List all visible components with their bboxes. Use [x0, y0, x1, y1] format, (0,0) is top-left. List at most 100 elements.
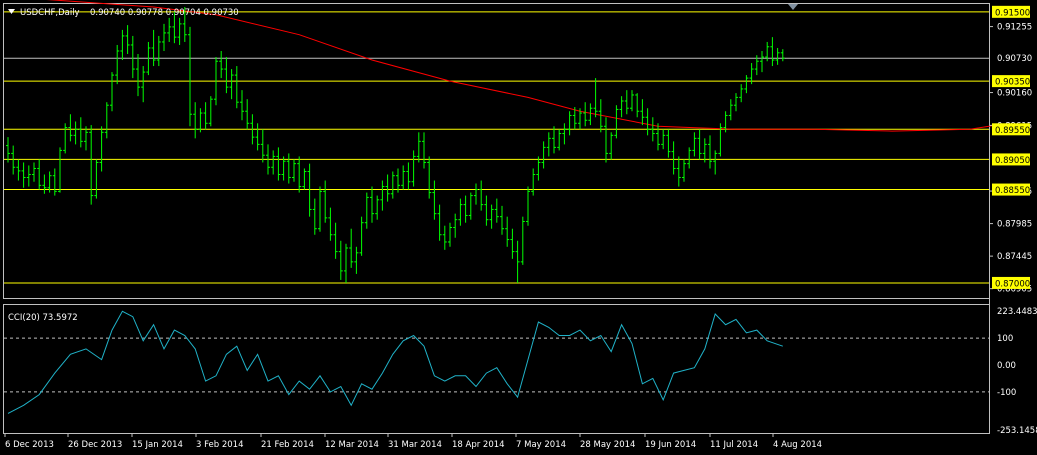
candle — [713, 150, 718, 175]
candle — [463, 195, 468, 223]
candle — [328, 207, 333, 241]
candle — [697, 129, 702, 160]
candle — [442, 225, 447, 250]
level-badge-label: 0.89050 — [995, 156, 1030, 166]
candle — [125, 25, 130, 55]
candle — [58, 147, 62, 193]
candle — [567, 111, 572, 136]
moving-average-line — [46, 0, 997, 132]
level-badge-label: 0.89550 — [995, 126, 1030, 136]
candle — [390, 171, 395, 199]
candle — [458, 198, 463, 226]
candle — [167, 17, 172, 42]
cci-line — [7, 310, 783, 414]
candle — [396, 168, 400, 193]
price-tick-label: 0.91255 — [997, 23, 1032, 33]
candle — [359, 216, 364, 256]
time-tick-label: 7 May 2014 — [516, 440, 566, 450]
candle — [624, 90, 629, 115]
candle — [84, 126, 88, 151]
candle — [156, 35, 161, 67]
candle — [708, 135, 712, 169]
time-tick-label: 12 Mar 2014 — [325, 440, 379, 450]
candle — [635, 93, 640, 118]
candle — [375, 195, 380, 220]
level-badge-label: 0.90350 — [995, 78, 1030, 88]
candle — [780, 49, 785, 62]
candle — [453, 213, 458, 238]
candle — [604, 117, 608, 163]
symbol-label: USDCHF,Daily — [20, 8, 80, 18]
candle — [141, 66, 146, 103]
candle — [52, 168, 57, 196]
candle — [151, 29, 156, 67]
candle — [188, 26, 192, 127]
candle — [406, 162, 411, 190]
candle — [364, 192, 369, 229]
cci-tick-label: 100 — [997, 334, 1013, 344]
time-tick-label: 21 Feb 2014 — [261, 440, 314, 450]
candle — [338, 240, 343, 280]
candle — [619, 96, 624, 118]
candle — [198, 108, 203, 133]
candle — [661, 129, 666, 150]
candle — [494, 198, 499, 223]
candle — [666, 129, 671, 158]
candle — [541, 141, 546, 169]
cci-axis: 223.4483 100 0.00 -100 -253.1458 — [997, 307, 1037, 436]
horizontal-levels[interactable] — [4, 11, 989, 284]
candle — [656, 123, 660, 151]
candle — [323, 180, 328, 223]
candle — [760, 50, 764, 73]
candle — [73, 121, 78, 145]
chart-canvas[interactable]: 0.912550.901600.896150.885250.879850.874… — [0, 0, 1037, 455]
candle — [531, 168, 536, 196]
level-badge-label: 0.88550 — [995, 186, 1030, 196]
candle — [448, 222, 452, 247]
candle — [734, 93, 738, 112]
candle — [271, 150, 276, 175]
triangle-down-marker-icon[interactable] — [788, 4, 798, 10]
candle — [307, 163, 312, 217]
price-tick-label: 0.87985 — [997, 220, 1032, 230]
candle — [99, 126, 104, 172]
candle — [104, 102, 109, 139]
candles-layer — [6, 7, 785, 283]
candle — [510, 228, 515, 259]
candle — [292, 159, 296, 182]
cci-title: CCI(20) 73.5972 — [8, 313, 78, 323]
candle — [245, 99, 250, 130]
candle — [26, 165, 31, 187]
candle — [63, 123, 68, 154]
price-tick-label: 0.87445 — [997, 252, 1032, 262]
candle — [130, 35, 135, 79]
cci-tick-label: -100 — [997, 388, 1016, 398]
candle — [380, 180, 385, 211]
candle — [416, 132, 421, 163]
candle — [630, 90, 634, 112]
candle — [546, 132, 551, 157]
candle — [468, 192, 473, 220]
candle — [318, 186, 322, 232]
time-tick-label: 3 Feb 2014 — [196, 440, 244, 450]
candle — [671, 141, 676, 175]
candle — [234, 66, 239, 109]
candle — [609, 132, 614, 160]
price-tick-label: 0.90160 — [997, 89, 1032, 99]
candle — [68, 114, 73, 142]
candle — [89, 125, 94, 205]
candle — [42, 174, 47, 194]
chart-window[interactable]: 0.912550.901600.896150.885250.879850.874… — [0, 0, 1037, 455]
cci-tick-label: 223.4483 — [997, 307, 1037, 317]
candle — [437, 204, 442, 241]
cci-layer — [4, 310, 989, 414]
candle — [333, 222, 338, 259]
time-tick-label: 28 May 2014 — [580, 440, 635, 450]
candle — [770, 37, 775, 67]
candle — [489, 204, 494, 229]
time-tick-label: 11 Jul 2014 — [710, 440, 758, 450]
candle — [193, 102, 198, 139]
time-tick-label: 26 Dec 2013 — [68, 440, 122, 450]
candle — [136, 54, 140, 97]
candle — [536, 156, 541, 181]
